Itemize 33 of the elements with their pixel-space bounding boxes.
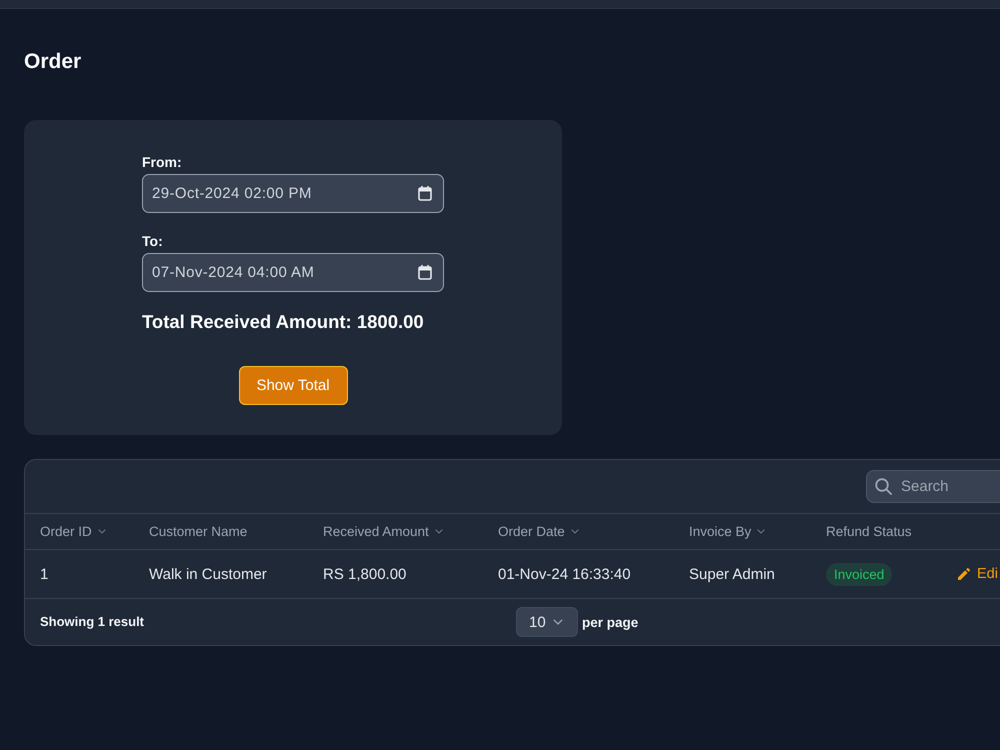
table-cell: 1 <box>40 566 48 582</box>
column-header: Customer Name <box>149 524 248 539</box>
page-size-select[interactable]: 10 <box>516 607 578 637</box>
per-page-label: per page <box>582 614 638 630</box>
column-header: Refund Status <box>826 524 912 539</box>
status-badge: Invoiced <box>826 562 892 586</box>
table-cell: 01-Nov-24 16:33:40 <box>498 566 631 582</box>
edit-button[interactable]: Edi <box>958 566 998 582</box>
sort-caret-icon <box>757 529 766 534</box>
column-header[interactable]: Received Amount <box>323 524 443 539</box>
field-label: From: <box>142 153 182 171</box>
chevron-down-icon <box>553 619 563 625</box>
calendar-icon[interactable] <box>418 265 432 280</box>
sort-caret-icon <box>98 529 106 534</box>
column-header[interactable]: Order Date <box>498 524 579 539</box>
field-label: To: <box>142 232 163 250</box>
page-title: Order <box>24 49 82 75</box>
search-icon <box>875 478 892 495</box>
date-time-field[interactable]: 07-Nov-2024 04:00 AM <box>142 253 444 292</box>
sort-caret-icon <box>434 529 443 534</box>
table-cell: Super Admin <box>689 566 775 582</box>
table-cell: Walk in Customer <box>149 566 267 582</box>
column-header[interactable]: Invoice By <box>689 524 766 539</box>
pencil-icon <box>958 568 970 580</box>
show-total-button[interactable]: Show Total <box>238 366 348 405</box>
sort-caret-icon <box>570 529 579 534</box>
search-field[interactable]: Search <box>866 470 1000 503</box>
result-count-text: Showing 1 result <box>40 614 144 629</box>
calendar-icon[interactable] <box>418 186 432 201</box>
date-time-field[interactable]: 29-Oct-2024 02:00 PM <box>142 174 444 213</box>
column-header[interactable]: Order ID <box>40 524 106 539</box>
total-amount-text: Total Received Amount: 1800.00 <box>142 310 424 334</box>
table-cell: RS 1,800.00 <box>323 566 406 582</box>
